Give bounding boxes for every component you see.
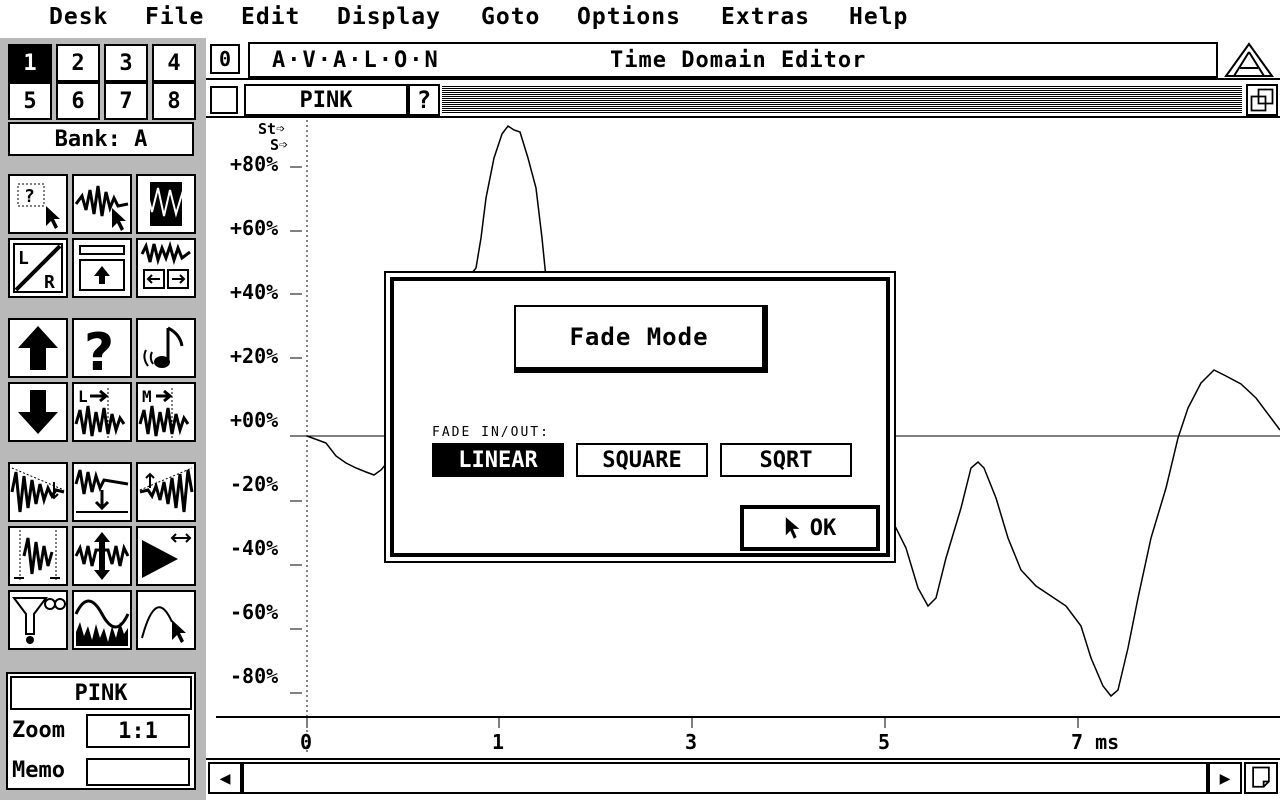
x-label-3: 3 (685, 730, 698, 754)
help-icon[interactable]: ? (72, 318, 132, 378)
menu-bar: Desk File Edit Display Goto Options Extr… (0, 0, 1280, 38)
scroll-left-button[interactable]: ◀ (208, 762, 242, 794)
svg-text:?: ? (24, 186, 35, 207)
y-label-plus-60: +60% (230, 216, 279, 240)
svg-text:M: M (142, 387, 152, 406)
bank-button-4[interactable]: 4 (152, 44, 196, 82)
svg-text:L: L (18, 248, 29, 269)
bank-button-5[interactable]: 5 (8, 82, 52, 120)
left-right-icon[interactable]: LR (8, 238, 68, 298)
dialog-title: Fade Mode (569, 323, 709, 351)
menu-options[interactable]: Options (577, 4, 681, 30)
fade-mode-dialog: Fade Mode FADE IN/OUT: LINEAR SQUARE SQR… (384, 271, 896, 563)
draw-wave-icon[interactable] (136, 590, 196, 650)
size-box[interactable] (1244, 762, 1278, 794)
select-region-icon[interactable]: ? (8, 174, 68, 234)
menu-edit[interactable]: Edit (241, 4, 300, 30)
scroll-track[interactable] (242, 762, 1208, 794)
arrow-up-icon[interactable] (8, 318, 68, 378)
svg-text:?: ? (84, 323, 114, 376)
x-label-0: 0 (300, 730, 313, 754)
fade-down-icon[interactable] (72, 462, 132, 522)
bank-button-2[interactable]: 2 (56, 44, 100, 82)
horizontal-scrollbar[interactable]: ◀ ▶ (206, 758, 1280, 796)
select-wave-icon[interactable] (72, 174, 132, 234)
pointer-icon (785, 517, 800, 539)
zoom-field[interactable]: 1:1 (86, 714, 190, 748)
y-label-plus-80: +80% (230, 152, 279, 176)
bank-label[interactable]: Bank: A (8, 122, 194, 156)
sine-wave-icon[interactable] (72, 590, 132, 650)
filter-icon[interactable] (8, 590, 68, 650)
menu-goto[interactable]: Goto (481, 4, 540, 30)
resize-corner-icon (1252, 766, 1270, 788)
info-panel: PINK Zoom 1:1 Memo (6, 672, 196, 790)
bank-button-8[interactable]: 8 (152, 82, 196, 120)
y-label-minus-80: -80% (230, 664, 279, 688)
menu-extras[interactable]: Extras (721, 4, 810, 30)
fade-out-icon[interactable] (8, 462, 68, 522)
scroll-right-button[interactable]: ▶ (1208, 762, 1242, 794)
arrow-right-icon: ▶ (1219, 767, 1231, 789)
fade-square-button[interactable]: SQUARE (576, 443, 708, 477)
zoom-label: Zoom (12, 718, 65, 743)
menu-file[interactable]: File (145, 4, 204, 30)
left-panel: 1 2 3 4 5 6 7 8 Bank: A ? LR ? L M PINK … (0, 38, 206, 800)
sample-name-display: PINK (10, 676, 192, 710)
menu-display[interactable]: Display (337, 4, 441, 30)
ok-label: OK (809, 515, 837, 541)
x-label-7ms: 7 ms (1071, 730, 1120, 754)
y-label-plus-20: +20% (230, 344, 279, 368)
bank-button-1[interactable]: 1 (8, 44, 52, 82)
arrow-left-icon: ◀ (219, 767, 231, 789)
y-ticks (290, 166, 302, 694)
loop-mix-icon[interactable]: M (136, 382, 196, 442)
bank-button-3[interactable]: 3 (104, 44, 148, 82)
y-label-minus-60: -60% (230, 600, 279, 624)
x-label-5: 5 (878, 730, 891, 754)
svg-text:L: L (78, 387, 88, 406)
amplify-icon[interactable] (72, 526, 132, 586)
loop-left-icon[interactable]: L (72, 382, 132, 442)
fade-sqrt-button[interactable]: SQRT (720, 443, 852, 477)
fade-in-icon[interactable] (136, 462, 196, 522)
sound-icon[interactable] (136, 318, 196, 378)
y-label-zero: +00% (230, 408, 279, 432)
menu-help[interactable]: Help (849, 4, 908, 30)
y-label-minus-40: -40% (230, 536, 279, 560)
wave-view-icon[interactable] (136, 174, 196, 234)
arrow-down-icon[interactable] (8, 382, 68, 442)
memo-label: Memo (12, 758, 65, 783)
fade-section-label: FADE IN/OUT: (432, 425, 550, 440)
ok-button[interactable]: OK (740, 505, 880, 551)
svg-text:R: R (44, 272, 55, 293)
marker-cut-icon[interactable] (8, 526, 68, 586)
dialog-title-box: Fade Mode (514, 305, 768, 373)
bank-button-7[interactable]: 7 (104, 82, 148, 120)
fade-linear-button[interactable]: LINEAR (432, 443, 564, 477)
memo-field[interactable] (86, 758, 190, 786)
y-label-minus-20: -20% (230, 472, 279, 496)
bank-button-6[interactable]: 6 (56, 82, 100, 120)
stretch-icon[interactable] (136, 238, 196, 298)
upload-icon[interactable] (72, 238, 132, 298)
play-shift-icon[interactable] (136, 526, 196, 586)
menu-desk[interactable]: Desk (49, 4, 108, 30)
x-ticks (306, 717, 1079, 728)
y-label-plus-40: +40% (230, 280, 279, 304)
x-label-1: 1 (492, 730, 505, 754)
